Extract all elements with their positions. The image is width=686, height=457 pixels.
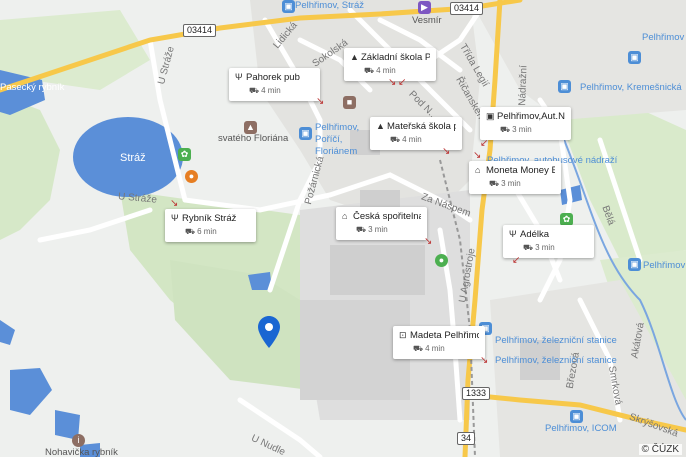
car-icon: ⛟ — [489, 179, 500, 188]
school-icon: ▲ — [350, 52, 359, 62]
poi-card[interactable]: Ψ Adélka ⛟ 3 min — [503, 225, 594, 258]
card-pointer: ↙ — [398, 77, 407, 88]
poi-card-title: Česká spořitelna — [353, 211, 421, 222]
park-icon[interactable]: ✿ — [178, 148, 191, 161]
poi-card-title: Pelhřimov,Aut.Ná... — [497, 111, 565, 122]
road-shield: 03414 — [183, 24, 217, 37]
card-pointer: ↘ — [170, 198, 179, 209]
bus-icon[interactable]: ▣ — [570, 410, 583, 423]
card-pointer: ↘ — [388, 77, 397, 88]
bus-stop-label: Pelhřimov, ICOM — [545, 423, 617, 434]
bank-icon: ⌂ — [475, 165, 481, 175]
poi-card[interactable]: ⊡ Madeta Pelhřimov ⛟ 4 min — [393, 326, 485, 359]
bus-stop-label: Pelhřimov, Poříčí, Floriánem — [315, 122, 360, 157]
bus-stop-label: Pelhřimov — [642, 32, 685, 43]
card-pointer: ↘ — [316, 96, 325, 107]
card-pointer: ↙ — [512, 255, 521, 266]
bus-stop-label: Pelhřimov, Kremešnická — [580, 82, 682, 93]
street-label: Nádražní — [517, 65, 530, 106]
bus-stop-label: Pelhřimov, Stráž — [295, 0, 364, 11]
cinema-icon[interactable]: ▶ — [418, 1, 431, 14]
car-icon: ⛟ — [364, 66, 375, 75]
bank-icon: ⌂ — [342, 211, 348, 221]
bus-icon[interactable]: ▣ — [628, 51, 641, 64]
car-icon: ⛟ — [390, 135, 401, 144]
card-pointer: ↘ — [480, 355, 489, 366]
poi-card[interactable]: Ψ Pahorek pub ⛟ 4 min — [229, 68, 320, 101]
poi-card[interactable]: Ψ Rybník Stráž ⛟ 6 min — [165, 209, 256, 242]
card-pointer: ↙ — [480, 138, 489, 149]
place-label: Vesmír — [412, 15, 442, 26]
poi-card-title: Mateřská škola p... — [387, 121, 456, 132]
car-icon: ⛟ — [523, 243, 534, 252]
location-pin-icon[interactable] — [258, 316, 280, 348]
travel-time: 4 min — [402, 135, 422, 144]
poi-card-title: Pahorek pub — [246, 72, 300, 83]
road-shield: 1333 — [462, 387, 491, 400]
card-pointer: ↘ — [424, 236, 433, 247]
travel-time: 3 min — [512, 125, 532, 134]
restaurant-icon: Ψ — [235, 72, 243, 82]
poi-card[interactable]: ⌂ Česká spořitelna ⛟ 3 min — [336, 207, 427, 240]
card-pointer: ↘ — [473, 150, 482, 161]
bus-icon: ▣ — [486, 111, 495, 121]
travel-time: 3 min — [501, 179, 521, 188]
poi-card-title: Základní škola Pe... — [361, 52, 430, 63]
car-icon: ⛟ — [500, 125, 511, 134]
travel-time: 6 min — [197, 227, 217, 236]
poi-card-title: Rybník Stráž — [182, 213, 237, 224]
poi-card[interactable]: ⌂ Moneta Money B... ⛟3 min — [469, 161, 561, 194]
car-icon: ⛟ — [356, 225, 367, 234]
card-pointer: ↘ — [442, 146, 451, 157]
road-shield: 03414 — [450, 2, 484, 15]
road-shield: 34 — [457, 432, 476, 445]
car-icon: ⛟ — [249, 86, 260, 95]
church-icon[interactable]: ▲ — [244, 121, 257, 134]
restaurant-icon: Ψ — [509, 229, 517, 239]
place-label: svatého Floriána — [218, 133, 289, 144]
shop-icon[interactable]: ● — [435, 254, 448, 267]
bus-stop-label: Pelhřimov, železniční stanice — [495, 335, 617, 346]
travel-time: 4 min — [425, 344, 445, 353]
car-icon: ⛟ — [413, 344, 424, 353]
car-icon: ⛟ — [185, 227, 196, 236]
restaurant-icon: Ψ — [171, 213, 179, 223]
shop-icon: ⊡ — [399, 330, 407, 340]
restaurant-icon[interactable]: ● — [185, 170, 198, 183]
bus-icon[interactable]: ▣ — [558, 80, 571, 93]
school-icon: ▲ — [376, 121, 385, 131]
bus-icon[interactable]: ▣ — [628, 258, 641, 271]
copyright-label: © ČÚZK — [638, 444, 682, 455]
travel-time: 4 min — [376, 66, 396, 75]
travel-time: 3 min — [368, 225, 388, 234]
bus-stop-label: Pelhřimov — [643, 260, 686, 271]
poi-card-title: Adélka — [520, 229, 550, 240]
poi-card-title: Moneta Money B... — [486, 165, 555, 176]
travel-time: 4 min — [261, 86, 281, 95]
bus-icon[interactable]: ▣ — [299, 127, 312, 140]
bus-stop-label: Pelhřimov, železniční stanice — [495, 355, 617, 366]
lake-label: Stráž — [120, 152, 146, 164]
school-icon[interactable]: ■ — [343, 96, 356, 109]
place-label: Pasecký rybník — [0, 82, 65, 93]
map-view[interactable]: U Stráže Lidická Sokolská Pod N... Požár… — [0, 0, 686, 457]
poi-card[interactable]: ▣Pelhřimov,Aut.Ná... ⛟3 min — [480, 107, 571, 140]
bus-icon[interactable]: ▣ — [282, 0, 295, 13]
place-label: Nohavička rybník — [45, 447, 118, 457]
travel-time: 3 min — [535, 243, 555, 252]
poi-card-title: Madeta Pelhřimov — [410, 330, 479, 341]
info-icon[interactable]: i — [72, 434, 85, 447]
